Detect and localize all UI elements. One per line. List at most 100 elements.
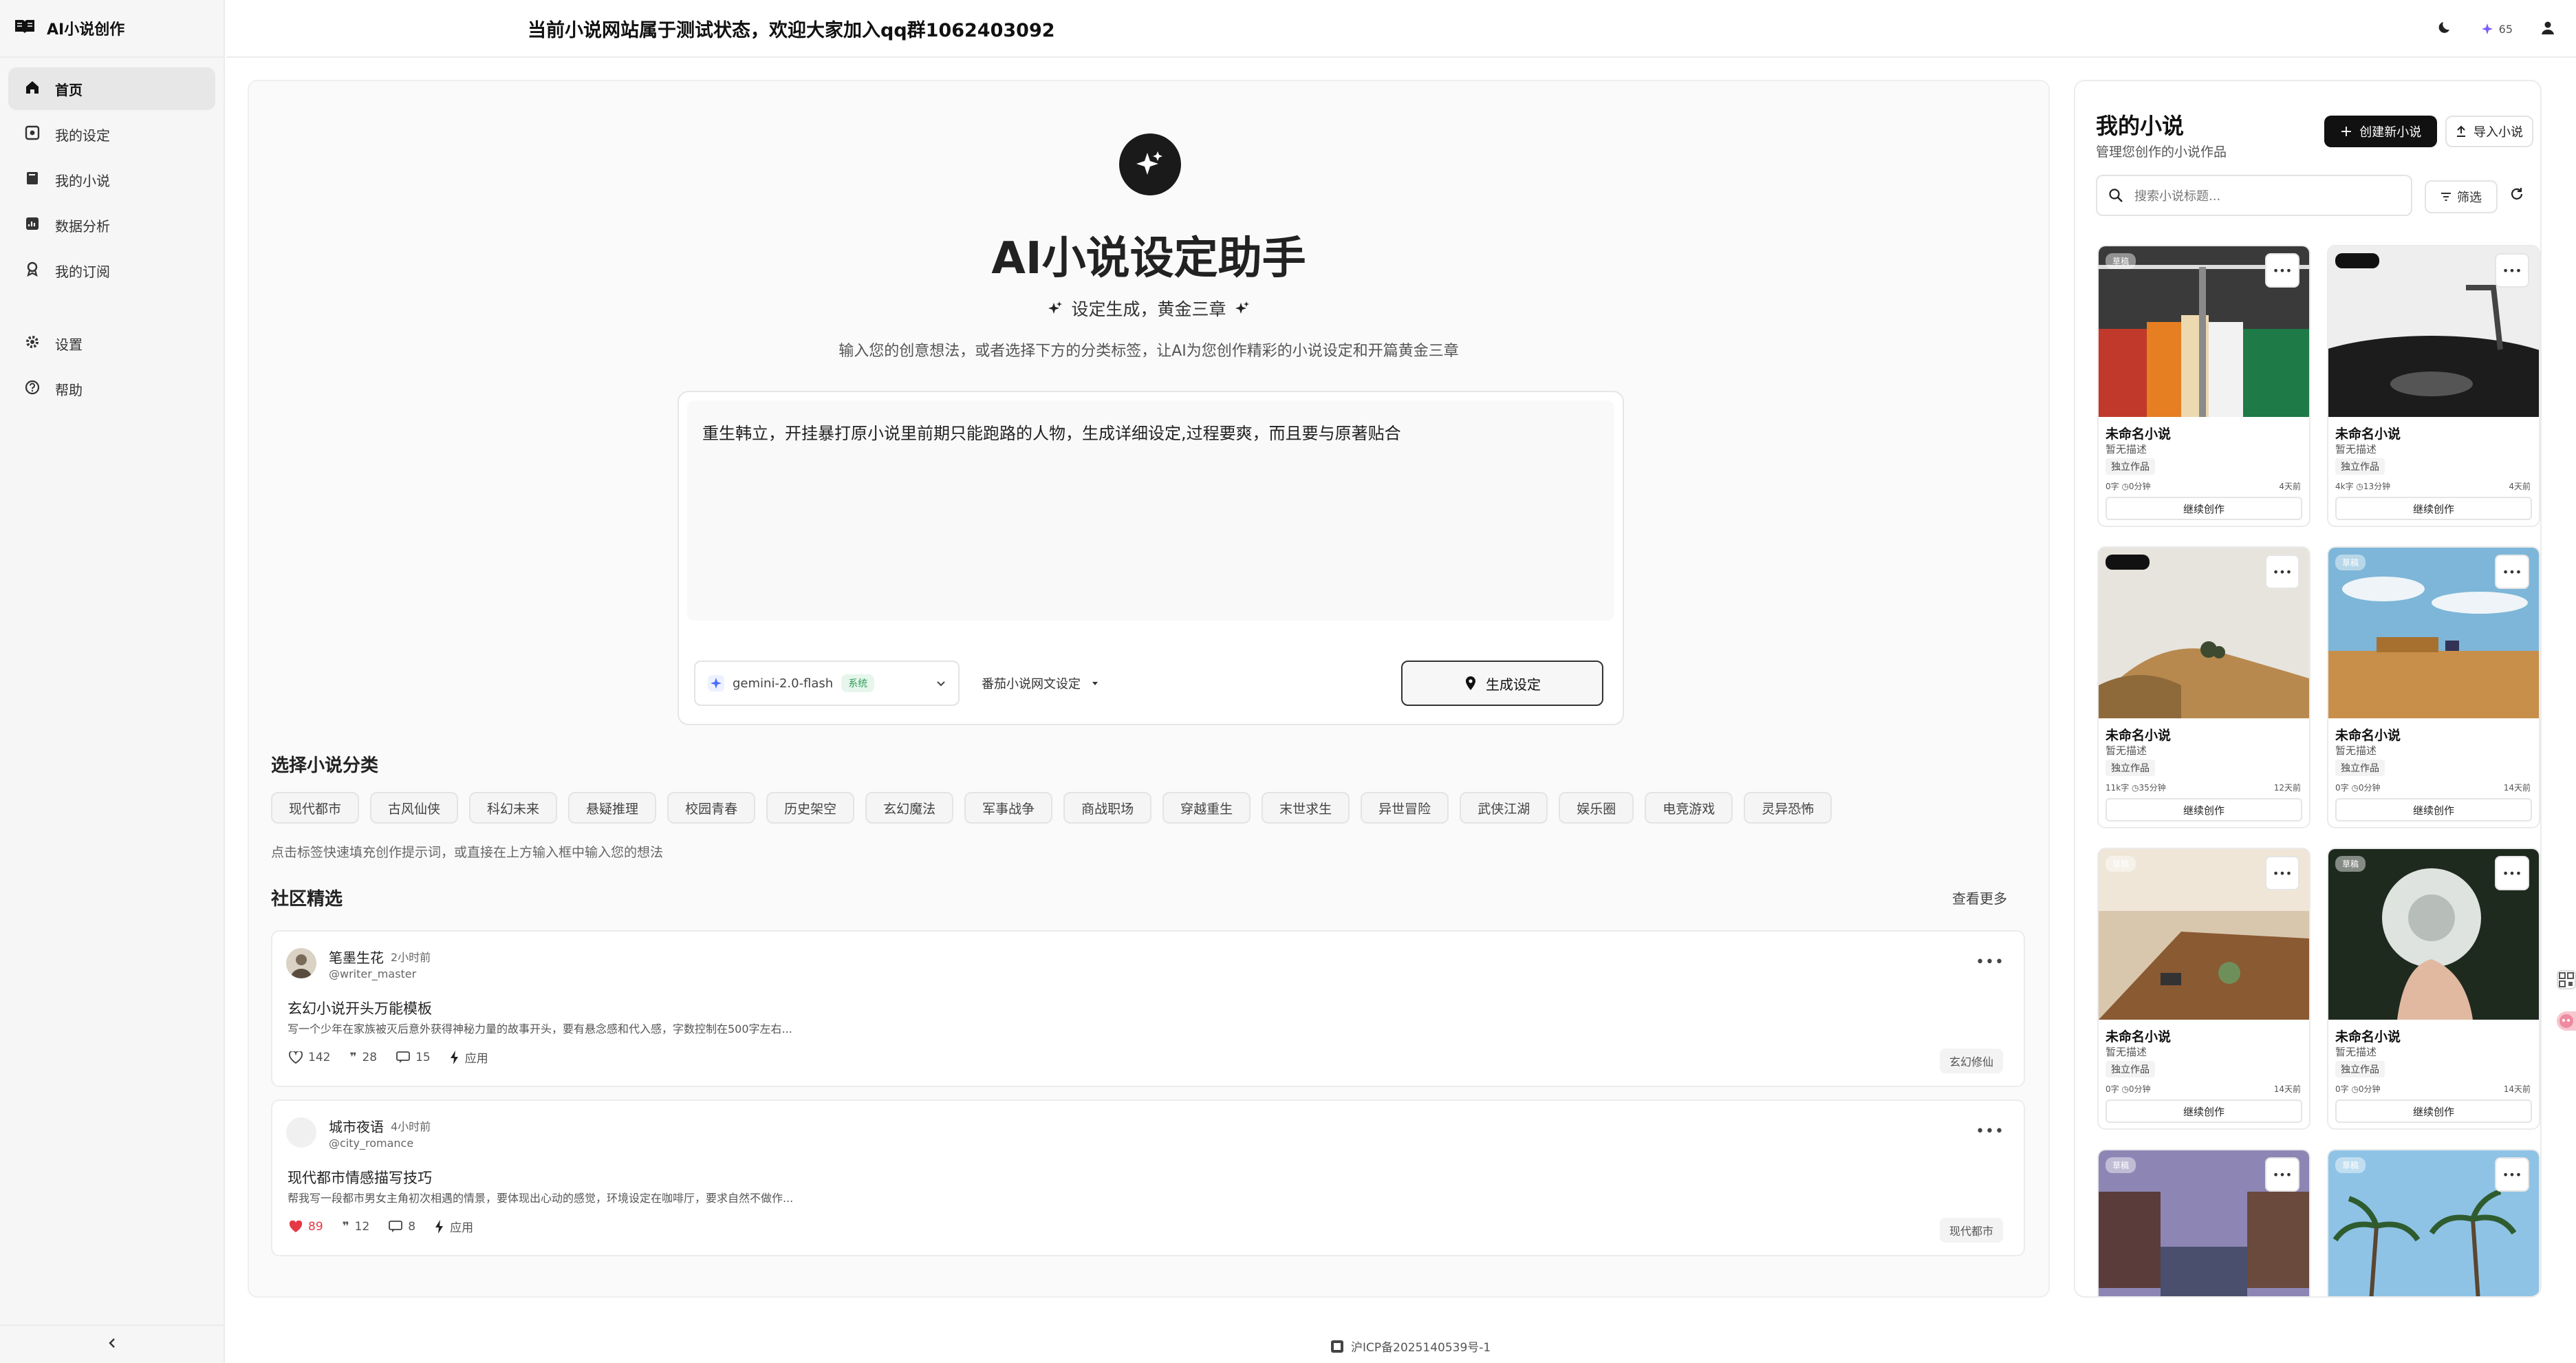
- credits-indicator[interactable]: 65: [2481, 23, 2513, 36]
- continue-writing-button[interactable]: 继续创作: [2335, 1099, 2532, 1123]
- sidebar-item-home[interactable]: 首页: [8, 67, 215, 110]
- filter-icon: [2441, 193, 2451, 201]
- novel-card[interactable]: 草稿 •••: [2327, 1149, 2540, 1296]
- card-menu-button[interactable]: •••: [2265, 856, 2299, 890]
- comment-icon: [389, 1220, 403, 1232]
- sidebar-item-label: 帮助: [55, 381, 83, 398]
- category-tag[interactable]: 科幻未来: [469, 792, 558, 824]
- continue-writing-button[interactable]: 继续创作: [2106, 497, 2302, 520]
- sidebar-item-label: 首页: [55, 81, 83, 98]
- qr-code-widget[interactable]: [2557, 970, 2576, 989]
- category-tag[interactable]: 异世冒险: [1361, 792, 1449, 824]
- prompt-input[interactable]: 重生韩立，开挂暴打原小说里前期只能跑路的人物，生成详细设定,过程要爽，而且要与原…: [687, 400, 1614, 621]
- like-button[interactable]: 142: [289, 1051, 330, 1064]
- filter-button[interactable]: 筛选: [2425, 180, 2498, 213]
- continue-writing-button[interactable]: 继续创作: [2335, 798, 2532, 822]
- card-updated: 12天前: [2273, 783, 2301, 793]
- bolt-icon: [435, 1219, 444, 1234]
- dark-mode-toggle[interactable]: [2437, 19, 2454, 39]
- draft-badge: 草稿: [2106, 856, 2136, 872]
- card-menu-button[interactable]: •••: [2265, 1157, 2299, 1192]
- apply-button[interactable]: 应用: [450, 1049, 488, 1066]
- icp-badge-icon: [1331, 1340, 1343, 1353]
- brand[interactable]: AI小说创作: [0, 0, 224, 58]
- card-menu-button[interactable]: •••: [2265, 253, 2299, 288]
- post-author[interactable]: 城市夜语: [329, 1116, 384, 1136]
- post-category-tag[interactable]: 玄幻修仙: [1939, 1049, 2003, 1073]
- category-tag[interactable]: 末世求生: [1262, 792, 1350, 824]
- category-tag[interactable]: 历史架空: [766, 792, 855, 824]
- search-icon: [2109, 189, 2123, 202]
- comment-icon: [396, 1051, 410, 1063]
- footer-icp[interactable]: 沪ICP备2025140539号-1: [1330, 1338, 1491, 1355]
- comment-button[interactable]: 15: [396, 1051, 431, 1064]
- more-options-icon[interactable]: •••: [1976, 954, 2004, 971]
- top-bar-actions: 65: [2437, 0, 2555, 58]
- card-menu-button[interactable]: •••: [2495, 1157, 2529, 1192]
- category-tag[interactable]: 校园青春: [667, 792, 756, 824]
- novel-card[interactable]: 草稿 ••• 未命名小说 暂无描述 独立作品 0字 ◷0分钟 4天前 继续创作: [2097, 245, 2310, 527]
- novel-card[interactable]: ••• 未命名小说 暂无描述 独立作品 11k字 ◷35分钟 12天前 继续创作: [2097, 546, 2310, 828]
- community-post[interactable]: 城市夜语 4小时前 @city_romance ••• 现代都市情感描写技巧 帮…: [271, 1099, 2025, 1256]
- like-button[interactable]: 89: [289, 1220, 323, 1234]
- comment-button[interactable]: 8: [389, 1220, 415, 1234]
- quote-count: 12: [354, 1219, 370, 1234]
- card-menu-button[interactable]: •••: [2495, 856, 2529, 890]
- sidebar-item-my-settings[interactable]: 我的设定: [8, 113, 215, 155]
- quote-button[interactable]: ❞ 28: [349, 1051, 377, 1064]
- category-tag[interactable]: 现代都市: [271, 792, 360, 824]
- novel-card[interactable]: 草稿 ••• 未命名小说 暂无描述 独立作品 0字 ◷0分钟 14天前 继续创作: [2097, 848, 2310, 1130]
- sidebar-item-help[interactable]: 帮助: [8, 367, 215, 410]
- novel-card[interactable]: 草稿 •••: [2097, 1149, 2310, 1296]
- refresh-button[interactable]: [2509, 186, 2525, 205]
- novel-search-input[interactable]: 搜索小说标题...: [2096, 175, 2412, 216]
- category-tag[interactable]: 悬疑推理: [568, 792, 657, 824]
- sidebar-item-settings[interactable]: 设置: [8, 322, 215, 365]
- import-label: 导入小说: [2474, 125, 2523, 140]
- category-tag[interactable]: 电竞游戏: [1645, 792, 1733, 824]
- category-tag[interactable]: 娱乐圈: [1559, 792, 1634, 824]
- generate-button[interactable]: 生成设定: [1401, 661, 1603, 706]
- chat-bubble-icon: [2559, 1014, 2573, 1028]
- card-menu-button[interactable]: •••: [2265, 555, 2299, 589]
- import-novel-button[interactable]: 导入小说: [2445, 116, 2533, 147]
- sidebar-item-subscriptions[interactable]: 我的订阅: [8, 249, 215, 292]
- category-tag[interactable]: 穿越重生: [1162, 792, 1251, 824]
- model-select[interactable]: gemini-2.0-flash 系统: [694, 661, 960, 706]
- assistant-widget[interactable]: [2557, 1011, 2576, 1031]
- category-tag[interactable]: 武侠江湖: [1460, 792, 1548, 824]
- like-count: 142: [308, 1050, 331, 1064]
- caret-down-icon: [1092, 682, 1098, 685]
- collapse-sidebar-button[interactable]: [0, 1324, 224, 1363]
- post-category-tag[interactable]: 现代都市: [1939, 1218, 2003, 1243]
- community-post[interactable]: 笔墨生花 2小时前 @writer_master ••• 玄幻小说开头万能模板 …: [271, 930, 2025, 1087]
- sparkle-left-icon: [1048, 301, 1063, 314]
- create-novel-button[interactable]: + 创建新小说: [2324, 116, 2437, 147]
- sidebar-item-analytics[interactable]: 数据分析: [8, 204, 215, 246]
- continue-writing-button[interactable]: 继续创作: [2106, 798, 2302, 822]
- post-author[interactable]: 笔墨生花: [329, 947, 384, 967]
- category-tag[interactable]: 军事战争: [964, 792, 1053, 824]
- type-select[interactable]: 番茄小说网文设定: [975, 661, 1112, 706]
- sparkle-icon: [2481, 23, 2493, 34]
- novel-card[interactable]: 草稿 ••• 未命名小说 暂无描述 独立作品 0字 ◷0分钟 14天前 继续创作: [2327, 546, 2540, 828]
- continue-writing-button[interactable]: 继续创作: [2335, 497, 2532, 520]
- quote-button[interactable]: ❞ 12: [343, 1220, 370, 1234]
- avatar: [286, 1117, 316, 1148]
- see-more-link[interactable]: 查看更多: [1952, 888, 2007, 908]
- category-tag[interactable]: 古风仙侠: [370, 792, 459, 824]
- continue-writing-button[interactable]: 继续创作: [2106, 1099, 2302, 1123]
- card-menu-button[interactable]: •••: [2495, 253, 2529, 288]
- post-body: 写一个少年在家族被灭后意外获得神秘力量的故事开头，要有悬念感和代入感，字数控制在…: [288, 1022, 792, 1035]
- user-account-button[interactable]: [2540, 20, 2555, 38]
- category-tag[interactable]: 灵异恐怖: [1744, 792, 1832, 824]
- card-updated: 4天前: [2509, 482, 2531, 491]
- apply-button[interactable]: 应用: [435, 1218, 473, 1235]
- novel-card[interactable]: ••• 未命名小说 暂无描述 独立作品 4k字 ◷13分钟 4天前 继续创作: [2327, 245, 2540, 527]
- more-options-icon[interactable]: •••: [1976, 1123, 2004, 1140]
- category-tag[interactable]: 玄幻魔法: [865, 792, 954, 824]
- card-menu-button[interactable]: •••: [2495, 555, 2529, 589]
- novel-card[interactable]: 草稿 ••• 未命名小说 暂无描述 独立作品 0字 ◷0分钟 14天前 继续创作: [2327, 848, 2540, 1130]
- sidebar-item-my-novels[interactable]: 我的小说: [8, 158, 215, 201]
- category-tag[interactable]: 商战职场: [1063, 792, 1152, 824]
